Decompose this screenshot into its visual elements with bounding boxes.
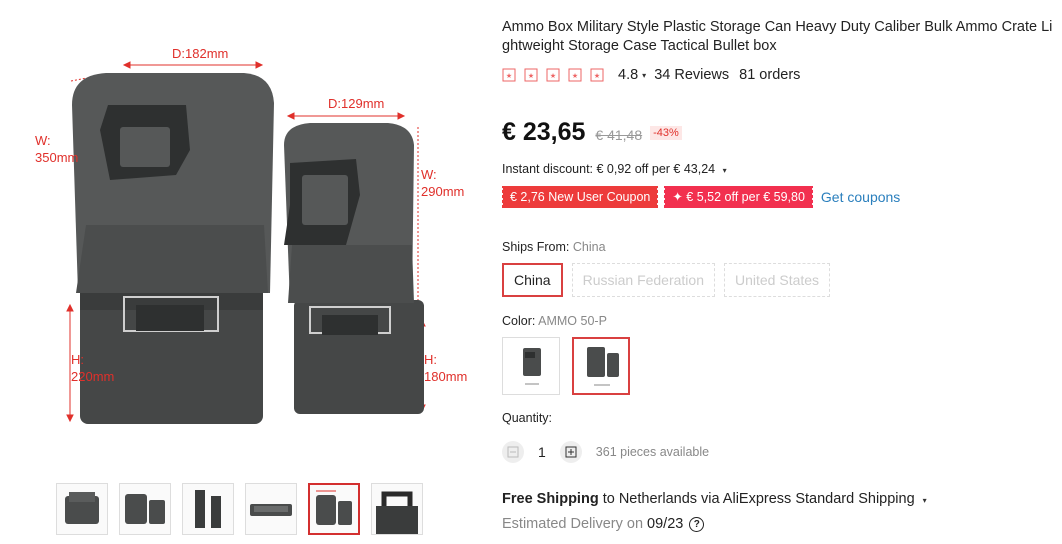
quantity-value[interactable]: 1 (538, 444, 546, 460)
estimated-delivery: Estimated Delivery on 09/23 ? (502, 516, 705, 532)
small-height-label: H: (424, 352, 437, 367)
shipping-info: Free Shipping to Netherlands via AliExpr… (502, 491, 935, 507)
current-price: € 23,65 (502, 118, 586, 146)
ships-from-label: Ships From: China (502, 240, 606, 254)
large-width-value: 350mm (35, 150, 79, 165)
reviews-link[interactable]: 34 Reviews (654, 67, 729, 83)
thumbnail-5[interactable] (308, 483, 360, 535)
ship-option-china[interactable]: China (502, 263, 563, 297)
plus-icon (565, 446, 577, 458)
large-width-label: W: (35, 133, 51, 148)
instant-discount: Instant discount: € 0,92 off per € 43,24… (502, 162, 735, 176)
new-user-coupon[interactable]: € 2,76 New User Coupon (500, 186, 660, 208)
ship-option-russia[interactable]: Russian Federation (571, 263, 715, 297)
available-pieces: 361 pieces available (595, 445, 710, 459)
quantity-minus-button[interactable] (502, 441, 524, 463)
quantity-plus-button[interactable] (559, 441, 582, 463)
orders-count: 81 orders (739, 67, 801, 83)
image-gallery: D:182mm D:129mm W: 350mm W: 290mm H: 220… (0, 0, 490, 544)
thumbnail-3[interactable] (182, 483, 234, 535)
original-price: € 41,48 (595, 127, 643, 143)
rating-score: 4.8 (618, 67, 639, 83)
ships-from-options: China Russian Federation United States (502, 263, 831, 297)
star-icon: ★ (590, 68, 604, 82)
large-depth-label: D:182mm (172, 46, 229, 61)
thumbnail-strip (56, 483, 423, 537)
coupon-row: € 2,76 New User Coupon ✦ € 5,52 off per … (500, 186, 900, 208)
get-coupons-link[interactable]: Get coupons (821, 189, 900, 205)
star-icon: ★ (546, 68, 560, 82)
color-value: AMMO 50-P (538, 314, 607, 328)
color-option-2[interactable] (572, 337, 630, 395)
free-shipping-label: Free Shipping (502, 491, 599, 507)
large-height-label: H: (71, 352, 84, 367)
color-label: Color: AMMO 50-P (502, 314, 607, 328)
estimated-delivery-date: 09/23 (647, 516, 684, 532)
instant-discount-text: Instant discount: € 0,92 off per € 43,24 (502, 162, 716, 176)
quantity-label: Quantity: (502, 411, 553, 425)
svg-text:★: ★ (594, 72, 600, 80)
shipping-dropdown-icon[interactable]: ▾ (923, 496, 927, 505)
ships-from-value: China (572, 240, 606, 254)
star-icon: ★ (524, 68, 538, 82)
discount-badge: -43% (650, 126, 682, 140)
svg-text:★: ★ (572, 72, 578, 80)
store-coupon[interactable]: ✦ € 5,52 off per € 59,80 (663, 186, 814, 208)
rating-row: ★ ★ ★ ★ ★ 4.8 ▾ 34 Reviews 81 orders (502, 64, 800, 86)
svg-text:★: ★ (528, 72, 534, 80)
minus-icon (507, 446, 519, 458)
ships-from-label-text: Ships From: (502, 240, 570, 254)
instant-discount-dropdown-icon[interactable]: ▾ (723, 166, 727, 175)
shipping-destination: to Netherlands via AliExpress Standard S… (602, 491, 915, 507)
small-width-value: 290mm (421, 184, 465, 199)
star-icon: ★ (502, 68, 516, 82)
color-options (502, 337, 630, 395)
quantity-stepper: 1 361 pieces available (502, 441, 709, 463)
thumbnail-4[interactable] (245, 483, 297, 535)
estimated-delivery-label: Estimated Delivery on (502, 516, 644, 532)
star-icon: ★ (568, 68, 582, 82)
small-height-value: 180mm (424, 369, 468, 384)
svg-text:★: ★ (506, 72, 512, 80)
price-row: € 23,65 € 41,48 -43% (502, 118, 682, 150)
color-option-1[interactable] (502, 337, 560, 395)
small-depth-label: D:129mm (328, 96, 385, 111)
main-product-image[interactable]: D:182mm D:129mm W: 350mm W: 290mm H: 220… (28, 35, 478, 430)
svg-text:★: ★ (550, 72, 556, 80)
help-icon[interactable]: ? (689, 516, 705, 532)
color-label-text: Color: (502, 314, 536, 328)
small-width-label: W: (421, 167, 437, 182)
large-height-value: 220mm (71, 369, 115, 384)
product-title: Ammo Box Military Style Plastic Storage … (502, 19, 1053, 54)
thumbnail-2[interactable] (119, 483, 171, 535)
thumbnail-1[interactable] (56, 483, 108, 535)
ship-option-us[interactable]: United States (724, 263, 831, 297)
rating-dropdown-icon[interactable]: ▾ (642, 71, 646, 80)
thumbnail-6[interactable] (371, 483, 423, 535)
